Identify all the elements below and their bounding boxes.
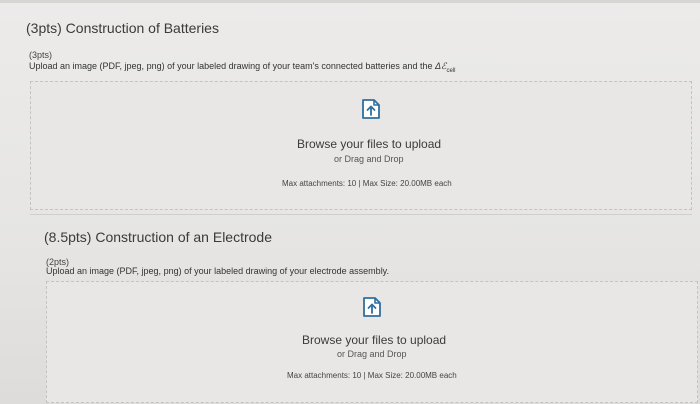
attachment-limits: Max attachments: 10 | Max Size: 20.00MB … xyxy=(282,179,452,188)
instruction-text: Upload an image (PDF, jpeg, png) of your… xyxy=(29,61,435,71)
upload-file-icon[interactable] xyxy=(360,98,382,120)
section-divider xyxy=(30,214,692,215)
question-instruction: Upload an image (PDF, jpeg, png) of your… xyxy=(46,266,390,276)
upload-file-icon[interactable] xyxy=(361,296,383,318)
drag-drop-hint: or Drag and Drop xyxy=(334,154,404,164)
delta-e-symbol: Δℰ xyxy=(434,61,447,71)
section-title-electrode: (8.5pts) Construction of an Electrode xyxy=(44,229,273,245)
question-instruction: Upload an image (PDF, jpeg, png) of your… xyxy=(29,61,455,74)
cell-subscript: cell xyxy=(446,67,456,74)
drag-drop-hint: or Drag and Drop xyxy=(337,349,407,359)
browse-files-link[interactable]: Browse your files to upload xyxy=(297,137,441,151)
attachment-limits: Max attachments: 10 | Max Size: 20.00MB … xyxy=(287,371,457,380)
browse-files-link[interactable]: Browse your files to upload xyxy=(302,333,446,347)
question-points: (3pts) xyxy=(29,50,53,60)
page: (3pts) Construction of Batteries (3pts) … xyxy=(0,0,700,404)
top-divider xyxy=(0,0,700,3)
section-title-batteries: (3pts) Construction of Batteries xyxy=(26,20,219,36)
